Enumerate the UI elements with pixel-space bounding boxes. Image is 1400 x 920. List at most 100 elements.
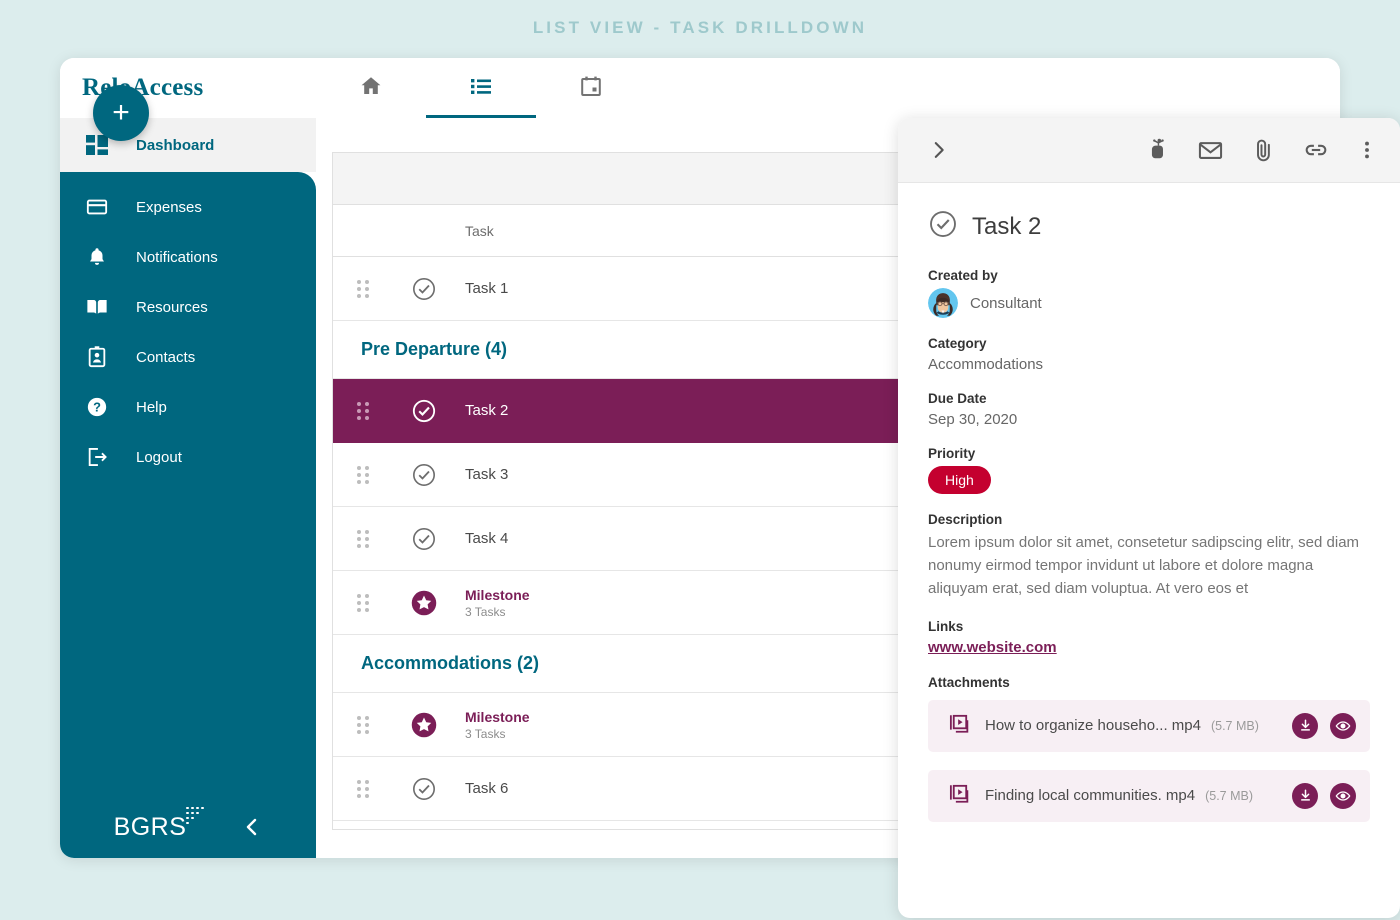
due-date-value: Sep 30, 2020	[928, 411, 1018, 428]
attachment-item[interactable]: Finding local communities. mp4 (5.7 MB)	[928, 769, 1370, 822]
sidebar: Dashboard Expenses Notifications Resourc…	[60, 118, 316, 858]
drag-handle-icon[interactable]	[333, 529, 395, 548]
table-row[interactable]: Task 3	[333, 443, 898, 507]
sidebar-collapse-button[interactable]	[242, 816, 262, 838]
drag-handle-icon[interactable]	[333, 593, 395, 612]
attachment-item[interactable]: How to organize househo... mp4 (5.7 MB)	[928, 699, 1370, 752]
task-name: Task 4	[465, 530, 509, 547]
more-vertical-icon[interactable]	[1356, 138, 1378, 162]
field-label: Created by	[928, 268, 998, 283]
sidebar-item-expenses[interactable]: Expenses	[60, 182, 316, 232]
nav-tab-list[interactable]	[426, 58, 536, 118]
sidebar-item-label-notifications: Notifications	[136, 248, 218, 266]
field-category: Category Accommodations	[928, 336, 1370, 373]
field-label: Attachments	[928, 674, 1010, 690]
drag-handle-icon[interactable]	[333, 465, 395, 484]
list-bottom-spacer	[333, 821, 898, 829]
group-header[interactable]: Pre Departure (4)	[333, 321, 898, 379]
sidebar-footer: BGRS	[60, 796, 316, 858]
home-icon	[359, 74, 383, 103]
attachment-size: (5.7 MB)	[1210, 718, 1259, 733]
calendar-icon	[579, 74, 603, 103]
field-description: Description Lorem ipsum dolor sit amet, …	[928, 512, 1370, 601]
field-created-by: Created by Consultant	[928, 268, 1370, 318]
table-row[interactable]: Task 4	[333, 507, 898, 571]
check-circle-icon[interactable]	[928, 209, 958, 244]
question-circle-icon: ?	[86, 396, 108, 418]
sidebar-item-contacts[interactable]: Contacts	[60, 332, 316, 382]
top-bar: ReloAccess	[60, 58, 1340, 118]
group-header[interactable]: Accommodations (2)	[333, 635, 898, 693]
field-label: Links	[928, 618, 964, 634]
list-item-milestone[interactable]: Milestone 3 Tasks	[333, 693, 898, 757]
creator-row: Consultant	[928, 288, 1370, 318]
website-link[interactable]: www.website.com	[928, 639, 1057, 656]
bgrs-dot-matrix	[186, 806, 206, 829]
column-header-task: Task	[465, 222, 494, 239]
check-circle-icon[interactable]	[395, 776, 453, 802]
attachment-size: (5.7 MB)	[1205, 788, 1254, 803]
preview-eye-icon[interactable]	[1330, 782, 1356, 809]
plus-icon: +	[112, 96, 130, 129]
card-icon	[86, 196, 108, 218]
sidebar-item-logout[interactable]: Logout	[60, 432, 316, 482]
task-detail-panel: Task 2 Created by Consultant Category Ac…	[898, 118, 1400, 918]
table-row[interactable]: Task 1	[333, 257, 898, 321]
milestone-title: Milestone	[465, 708, 530, 725]
link-icon[interactable]	[1302, 136, 1330, 164]
sidebar-item-label-contacts: Contacts	[136, 348, 196, 366]
check-circle-icon[interactable]	[395, 276, 453, 302]
check-circle-icon[interactable]	[395, 398, 453, 424]
sidebar-item-help[interactable]: ? Help	[60, 382, 316, 432]
task-name: Task 1	[465, 280, 509, 297]
logout-icon	[86, 446, 108, 468]
category-value: Accommodations	[928, 356, 1044, 373]
drag-handle-icon[interactable]	[333, 401, 395, 420]
milestone-text: Milestone 3 Tasks	[465, 587, 530, 619]
page-caption: List View - Task Drilldown	[532, 18, 868, 37]
download-icon[interactable]	[1292, 712, 1318, 739]
table-row-selected[interactable]: Task 2	[333, 379, 898, 443]
table-row[interactable]: Task 6	[333, 757, 898, 821]
sidebar-item-resources[interactable]: Resources	[60, 282, 316, 332]
book-icon	[86, 296, 108, 318]
nav-tab-home[interactable]	[316, 58, 426, 118]
task-name: Task 3	[465, 466, 509, 483]
page-title: Task 2	[972, 212, 1042, 240]
check-circle-icon[interactable]	[395, 462, 453, 488]
sidebar-item-label-logout: Logout	[136, 448, 182, 466]
preview-eye-icon[interactable]	[1330, 712, 1356, 739]
video-file-icon	[948, 712, 971, 740]
reminder-icon[interactable]	[1145, 137, 1171, 163]
drag-handle-icon[interactable]	[333, 779, 395, 798]
add-task-button[interactable]: +	[93, 85, 149, 141]
check-circle-icon[interactable]	[395, 526, 453, 552]
mail-icon[interactable]	[1197, 137, 1224, 164]
detail-panel-header	[898, 118, 1400, 183]
task-list-pane: Task Task 1 Pre Departure (4) Task 2 Tas…	[332, 152, 898, 830]
milestone-star-icon[interactable]	[395, 711, 453, 739]
video-file-icon	[948, 782, 971, 810]
download-icon[interactable]	[1292, 782, 1318, 809]
drag-handle-icon[interactable]	[333, 715, 395, 734]
field-attachments: Attachments How to organize househo... m…	[928, 675, 1370, 822]
task-name: Task 6	[465, 780, 509, 797]
milestone-subtitle: 3 Tasks	[465, 604, 506, 619]
created-by-value: Consultant	[970, 294, 1042, 312]
attachment-name: How to organize househo... mp4	[985, 717, 1201, 735]
sidebar-item-label-resources: Resources	[136, 298, 208, 316]
sidebar-item-notifications[interactable]: Notifications	[60, 232, 316, 282]
drag-handle-icon[interactable]	[333, 279, 395, 298]
panel-collapse-button[interactable]	[928, 139, 950, 161]
nav-tab-calendar[interactable]	[536, 58, 646, 118]
sidebar-item-label-expenses: Expenses	[136, 198, 202, 216]
field-due-date: Due Date Sep 30, 2020	[928, 391, 1370, 428]
list-column-header: Task	[333, 205, 898, 257]
top-nav	[316, 58, 1340, 118]
paperclip-icon[interactable]	[1250, 137, 1276, 163]
milestone-star-icon[interactable]	[395, 589, 453, 617]
sidebar-nav: Expenses Notifications Resources Contact…	[60, 172, 316, 858]
list-item-milestone[interactable]: Milestone 3 Tasks	[333, 571, 898, 635]
field-links: Links www.website.com	[928, 619, 1370, 657]
field-label: Description	[928, 512, 1003, 527]
